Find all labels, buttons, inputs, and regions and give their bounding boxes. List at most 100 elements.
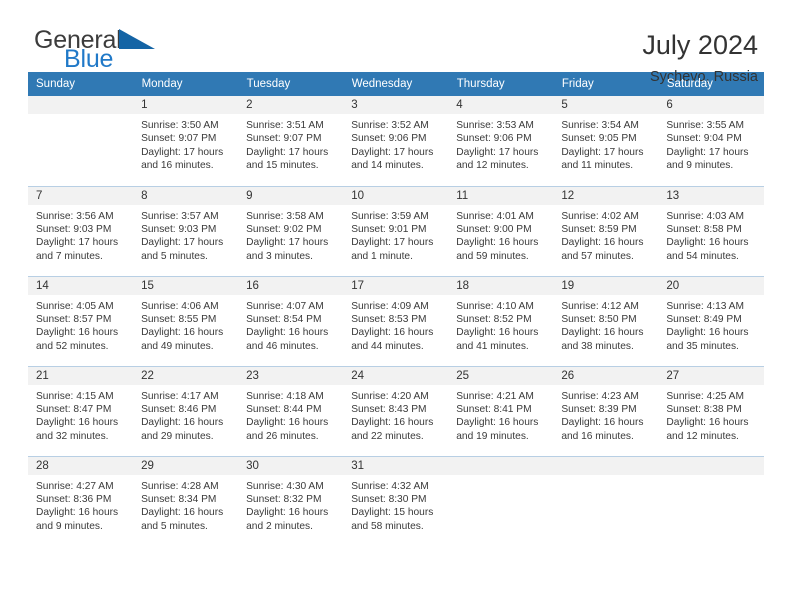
day-cell[interactable]: 7 Sunrise: 3:56 AM Sunset: 9:03 PM Dayli… xyxy=(28,185,134,276)
sunset-text: Sunset: 8:50 PM xyxy=(561,313,637,325)
sunset-text: Sunset: 9:03 PM xyxy=(36,223,112,235)
sunset-text: Sunset: 8:38 PM xyxy=(666,403,742,415)
day-cell[interactable]: 10 Sunrise: 3:59 AM Sunset: 9:01 PM Dayl… xyxy=(343,185,449,276)
daylight-text-line1: Daylight: 16 hours xyxy=(246,327,329,339)
daylight-text-line2: and 2 minutes. xyxy=(246,520,313,532)
day-cell[interactable]: 26 Sunrise: 4:23 AM Sunset: 8:39 PM Dayl… xyxy=(553,365,659,456)
daylight-text-line1: Daylight: 17 hours xyxy=(351,237,434,249)
day-details: Sunrise: 4:02 AM Sunset: 8:59 PM Dayligh… xyxy=(553,205,658,264)
day-number: 7 xyxy=(28,186,134,205)
day-cell[interactable]: 27 Sunrise: 4:25 AM Sunset: 8:38 PM Dayl… xyxy=(658,365,764,456)
day-details: Sunrise: 4:20 AM Sunset: 8:43 PM Dayligh… xyxy=(343,385,448,444)
day-details: Sunrise: 4:10 AM Sunset: 8:52 PM Dayligh… xyxy=(448,295,553,354)
sunset-text: Sunset: 8:32 PM xyxy=(246,493,322,505)
day-cell[interactable]: 28 Sunrise: 4:27 AM Sunset: 8:36 PM Dayl… xyxy=(28,455,134,546)
day-cell[interactable]: 13 Sunrise: 4:03 AM Sunset: 8:58 PM Dayl… xyxy=(658,185,764,276)
day-details: Sunrise: 4:30 AM Sunset: 8:32 PM Dayligh… xyxy=(238,475,343,534)
day-details: Sunrise: 3:56 AM Sunset: 9:03 PM Dayligh… xyxy=(28,205,133,264)
day-cell[interactable]: 16 Sunrise: 4:07 AM Sunset: 8:54 PM Dayl… xyxy=(238,275,344,366)
sunrise-text: Sunrise: 3:59 AM xyxy=(351,210,429,222)
day-number: 5 xyxy=(553,96,659,114)
sunset-text: Sunset: 9:07 PM xyxy=(246,133,322,145)
day-details: Sunrise: 4:06 AM Sunset: 8:55 PM Dayligh… xyxy=(133,295,238,354)
day-cell[interactable]: 15 Sunrise: 4:06 AM Sunset: 8:55 PM Dayl… xyxy=(133,275,239,366)
sunset-text: Sunset: 8:55 PM xyxy=(141,313,217,325)
day-number: 31 xyxy=(343,456,449,475)
day-cell[interactable]: 5 Sunrise: 3:54 AM Sunset: 9:05 PM Dayli… xyxy=(553,96,659,186)
day-number: 10 xyxy=(343,186,449,205)
day-cell[interactable]: 1 Sunrise: 3:50 AM Sunset: 9:07 PM Dayli… xyxy=(133,96,239,186)
day-number: 14 xyxy=(28,276,134,295)
calendar-page: General Blue July 2024 Sychevo, Russia S… xyxy=(0,0,792,612)
sunrise-text: Sunrise: 4:09 AM xyxy=(351,300,429,312)
day-cell[interactable]: 22 Sunrise: 4:17 AM Sunset: 8:46 PM Dayl… xyxy=(133,365,239,456)
daylight-text-line1: Daylight: 16 hours xyxy=(36,507,119,519)
day-details: Sunrise: 4:07 AM Sunset: 8:54 PM Dayligh… xyxy=(238,295,343,354)
sunrise-text: Sunrise: 4:32 AM xyxy=(351,480,429,492)
daylight-text-line1: Daylight: 16 hours xyxy=(666,417,749,429)
day-cell[interactable]: 6 Sunrise: 3:55 AM Sunset: 9:04 PM Dayli… xyxy=(658,96,764,186)
sunrise-text: Sunrise: 3:58 AM xyxy=(246,210,324,222)
week-row: 14 Sunrise: 4:05 AM Sunset: 8:57 PM Dayl… xyxy=(28,275,764,366)
daylight-text-line2: and 49 minutes. xyxy=(141,340,214,352)
day-cell[interactable]: 25 Sunrise: 4:21 AM Sunset: 8:41 PM Dayl… xyxy=(448,365,554,456)
day-cell[interactable]: 2 Sunrise: 3:51 AM Sunset: 9:07 PM Dayli… xyxy=(238,96,344,186)
sunrise-text: Sunrise: 4:02 AM xyxy=(561,210,639,222)
day-number: 23 xyxy=(238,366,344,385)
day-number xyxy=(553,456,659,475)
day-cell[interactable]: 8 Sunrise: 3:57 AM Sunset: 9:03 PM Dayli… xyxy=(133,185,239,276)
daylight-text-line2: and 57 minutes. xyxy=(561,250,634,262)
daylight-text-line1: Daylight: 16 hours xyxy=(351,327,434,339)
day-details xyxy=(658,475,763,480)
day-cell[interactable]: 29 Sunrise: 4:28 AM Sunset: 8:34 PM Dayl… xyxy=(133,455,239,546)
logo-triangle-icon xyxy=(118,29,155,49)
daylight-text-line1: Daylight: 16 hours xyxy=(561,237,644,249)
day-cell[interactable]: 17 Sunrise: 4:09 AM Sunset: 8:53 PM Dayl… xyxy=(343,275,449,366)
sunset-text: Sunset: 8:49 PM xyxy=(666,313,742,325)
day-details: Sunrise: 3:52 AM Sunset: 9:06 PM Dayligh… xyxy=(343,114,448,173)
daylight-text-line1: Daylight: 17 hours xyxy=(561,146,644,158)
day-details: Sunrise: 4:21 AM Sunset: 8:41 PM Dayligh… xyxy=(448,385,553,444)
daylight-text-line2: and 1 minute. xyxy=(351,250,413,262)
day-cell[interactable]: 12 Sunrise: 4:02 AM Sunset: 8:59 PM Dayl… xyxy=(553,185,659,276)
day-details xyxy=(28,114,133,119)
day-number: 9 xyxy=(238,186,344,205)
day-cell[interactable]: 18 Sunrise: 4:10 AM Sunset: 8:52 PM Dayl… xyxy=(448,275,554,366)
day-cell[interactable] xyxy=(28,96,134,186)
day-details: Sunrise: 4:13 AM Sunset: 8:49 PM Dayligh… xyxy=(658,295,763,354)
day-number: 16 xyxy=(238,276,344,295)
day-cell[interactable]: 9 Sunrise: 3:58 AM Sunset: 9:02 PM Dayli… xyxy=(238,185,344,276)
daylight-text-line2: and 5 minutes. xyxy=(141,520,208,532)
daylight-text-line1: Daylight: 16 hours xyxy=(351,417,434,429)
day-cell[interactable]: 19 Sunrise: 4:12 AM Sunset: 8:50 PM Dayl… xyxy=(553,275,659,366)
sunrise-text: Sunrise: 3:56 AM xyxy=(36,210,114,222)
sunset-text: Sunset: 8:30 PM xyxy=(351,493,427,505)
day-cell[interactable]: 30 Sunrise: 4:30 AM Sunset: 8:32 PM Dayl… xyxy=(238,455,344,546)
sunset-text: Sunset: 9:07 PM xyxy=(141,133,217,145)
daylight-text-line2: and 41 minutes. xyxy=(456,340,529,352)
day-details: Sunrise: 4:27 AM Sunset: 8:36 PM Dayligh… xyxy=(28,475,133,534)
day-cell[interactable]: 11 Sunrise: 4:01 AM Sunset: 9:00 PM Dayl… xyxy=(448,185,554,276)
sunrise-text: Sunrise: 4:12 AM xyxy=(561,300,639,312)
general-blue-logo[interactable]: General Blue xyxy=(34,28,159,72)
day-cell[interactable]: 31 Sunrise: 4:32 AM Sunset: 8:30 PM Dayl… xyxy=(343,455,449,546)
daylight-text-line1: Daylight: 16 hours xyxy=(666,327,749,339)
daylight-text-line2: and 5 minutes. xyxy=(141,250,208,262)
day-number: 30 xyxy=(238,456,344,475)
sunrise-text: Sunrise: 4:17 AM xyxy=(141,390,219,402)
day-cell[interactable]: 14 Sunrise: 4:05 AM Sunset: 8:57 PM Dayl… xyxy=(28,275,134,366)
day-cell[interactable]: 4 Sunrise: 3:53 AM Sunset: 9:06 PM Dayli… xyxy=(448,96,554,186)
day-cell[interactable]: 21 Sunrise: 4:15 AM Sunset: 8:47 PM Dayl… xyxy=(28,365,134,456)
day-cell[interactable]: 24 Sunrise: 4:20 AM Sunset: 8:43 PM Dayl… xyxy=(343,365,449,456)
daylight-text-line2: and 7 minutes. xyxy=(36,250,103,262)
sunset-text: Sunset: 8:36 PM xyxy=(36,493,112,505)
day-details: Sunrise: 3:59 AM Sunset: 9:01 PM Dayligh… xyxy=(343,205,448,264)
day-cell[interactable]: 3 Sunrise: 3:52 AM Sunset: 9:06 PM Dayli… xyxy=(343,96,449,186)
daylight-text-line1: Daylight: 16 hours xyxy=(666,237,749,249)
day-cell[interactable]: 20 Sunrise: 4:13 AM Sunset: 8:49 PM Dayl… xyxy=(658,275,764,366)
sunset-text: Sunset: 9:05 PM xyxy=(561,133,637,145)
sunrise-text: Sunrise: 4:21 AM xyxy=(456,390,534,402)
daylight-text-line1: Daylight: 17 hours xyxy=(36,237,119,249)
day-cell[interactable]: 23 Sunrise: 4:18 AM Sunset: 8:44 PM Dayl… xyxy=(238,365,344,456)
day-number: 22 xyxy=(133,366,239,385)
